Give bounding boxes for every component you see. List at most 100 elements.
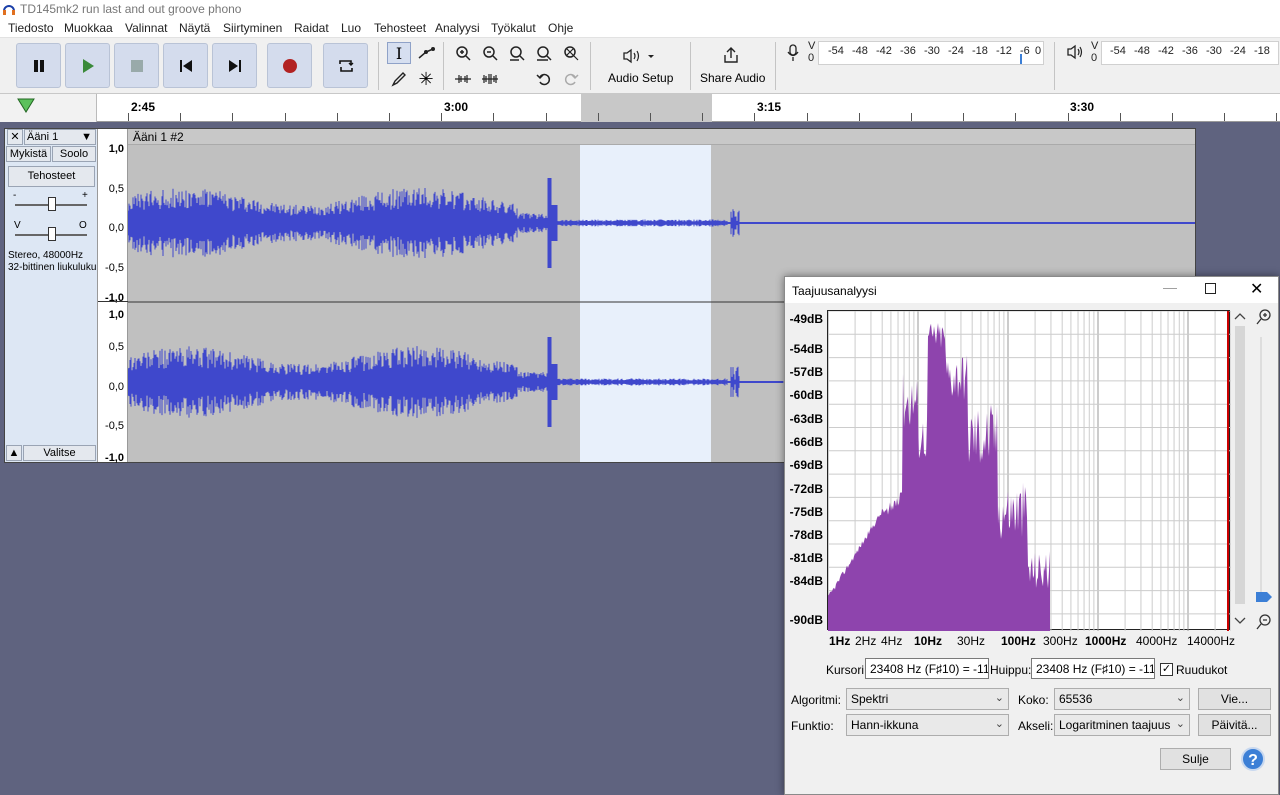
- draw-tool-button[interactable]: [387, 68, 411, 90]
- rec-meter-tick: -12: [996, 45, 1012, 57]
- size-value: 65536: [1059, 692, 1093, 706]
- record-button[interactable]: [267, 43, 312, 88]
- algorithm-select[interactable]: Spektri ⌄: [846, 688, 1009, 710]
- menu-item-1[interactable]: Muokkaa: [64, 21, 113, 35]
- scroll-up-icon[interactable]: [1234, 311, 1246, 321]
- close-button[interactable]: Sulje: [1160, 748, 1231, 770]
- menu-item-2[interactable]: Valinnat: [125, 21, 167, 35]
- select-track-button[interactable]: Valitse: [23, 445, 96, 461]
- microphone-icon[interactable]: [786, 44, 800, 62]
- menu-item-7[interactable]: Tehosteet: [374, 21, 426, 35]
- ruler-tick: [441, 113, 442, 121]
- track-control-panel: ✕ Ääni 1 ▼ Mykistä Soolo Tehosteet - + V…: [5, 129, 97, 462]
- amplitude-label: -1,0: [105, 452, 124, 464]
- stop-button[interactable]: [114, 43, 159, 88]
- menu-item-6[interactable]: Luo: [341, 21, 361, 35]
- zoom-in-icon[interactable]: [1256, 309, 1272, 325]
- silence-selection-button[interactable]: [478, 68, 502, 90]
- rec-meter-tick: -6: [1020, 45, 1030, 57]
- rec-meter-tick: -48: [852, 45, 868, 57]
- redo-icon: [564, 73, 579, 86]
- audio-setup-button[interactable]: Audio Setup: [600, 42, 682, 90]
- mute-button[interactable]: Mykistä: [6, 146, 51, 162]
- menu-item-5[interactable]: Raidat: [294, 21, 329, 35]
- zoom-out-button[interactable]: [478, 42, 502, 64]
- share-audio-button[interactable]: Share Audio: [696, 42, 768, 90]
- minimize-icon[interactable]: —: [1163, 279, 1177, 295]
- play-button[interactable]: [65, 43, 110, 88]
- rec-meter-tick: -18: [972, 45, 988, 57]
- maximize-icon[interactable]: [1205, 283, 1216, 294]
- spectrum-plot[interactable]: [827, 310, 1232, 631]
- loop-button[interactable]: [323, 43, 368, 88]
- envelope-tool-button[interactable]: [414, 42, 438, 64]
- menu-item-8[interactable]: Analyysi: [435, 21, 480, 35]
- dialog-title: Taajuusanalyysi: [792, 284, 877, 298]
- pan-right-label: O: [79, 220, 87, 231]
- amplitude-label: -0,5: [105, 420, 124, 432]
- grids-checkbox[interactable]: ✓: [1160, 663, 1173, 676]
- chevron-down-icon: ⌄: [1175, 718, 1185, 730]
- track-name-menu[interactable]: Ääni 1 ▼: [24, 129, 96, 145]
- axis-select[interactable]: Logaritminen taajuus ⌄: [1054, 714, 1190, 736]
- collapse-track-button[interactable]: ▲: [6, 445, 22, 461]
- peak-value-field[interactable]: 23408 Hz (F♯10) = -113,: [1031, 658, 1155, 679]
- close-icon[interactable]: ✕: [1250, 279, 1263, 299]
- range-slider-track[interactable]: [1260, 337, 1262, 597]
- range-slider-handle[interactable]: [1255, 591, 1273, 603]
- pan-slider-thumb[interactable]: [48, 227, 56, 241]
- selection-tool-button[interactable]: I: [387, 42, 411, 64]
- timeline-label: 3:15: [757, 100, 782, 114]
- refresh-button[interactable]: Päivitä...: [1198, 714, 1271, 736]
- play-meter-zero-label: 0: [1091, 52, 1098, 64]
- db-axis-label: -69dB: [789, 458, 823, 472]
- speaker-icon[interactable]: [1066, 44, 1084, 60]
- menu-item-4[interactable]: Siirtyminen: [223, 21, 282, 35]
- triangle-up-icon: ▲: [8, 447, 20, 459]
- function-select[interactable]: Hann-ikkuna ⌄: [846, 714, 1009, 736]
- timeline-ruler[interactable]: 2:45 3:00 3:15 3:30: [0, 94, 1280, 122]
- trim-outside-button[interactable]: [451, 68, 475, 90]
- skip-to-end-button[interactable]: [212, 43, 257, 88]
- zoom-toggle-button[interactable]: [559, 42, 583, 64]
- db-axis-label: -63dB: [789, 412, 823, 426]
- db-axis-label: -66dB: [789, 435, 823, 449]
- algorithm-value: Spektri: [851, 692, 889, 706]
- undo-button[interactable]: [532, 68, 556, 90]
- effects-button[interactable]: Tehosteet: [8, 166, 95, 187]
- zoom-out-icon[interactable]: [1256, 614, 1272, 630]
- menu-item-10[interactable]: Ohje: [548, 21, 573, 35]
- gain-slider-thumb[interactable]: [48, 197, 56, 211]
- db-axis-label: -81dB: [789, 551, 823, 565]
- menu-item-0[interactable]: Tiedosto: [8, 21, 54, 35]
- zoom-in-button[interactable]: [451, 42, 475, 64]
- amplitude-label: 1,0: [108, 309, 124, 321]
- help-button[interactable]: ?: [1241, 747, 1265, 771]
- ruler-tick: [1276, 113, 1277, 121]
- selection-highlight: [580, 145, 711, 462]
- fit-selection-button[interactable]: [505, 42, 529, 64]
- vertical-scrollbar[interactable]: [1235, 326, 1245, 604]
- db-axis-label: -90dB: [789, 613, 823, 627]
- scroll-down-icon[interactable]: [1234, 616, 1246, 626]
- fit-project-button[interactable]: [532, 42, 556, 64]
- axis-value: Logaritminen taajuus: [1059, 718, 1171, 732]
- menu-item-3[interactable]: Näytä: [179, 21, 210, 35]
- multi-tool-button[interactable]: ✳: [414, 68, 438, 90]
- skip-to-start-button[interactable]: [163, 43, 208, 88]
- pause-button[interactable]: [16, 43, 61, 88]
- close-track-button[interactable]: ✕: [7, 129, 23, 145]
- pan-left-label: V: [14, 220, 21, 231]
- ruler-tick: [493, 113, 494, 121]
- redo-button[interactable]: [559, 68, 583, 90]
- export-button[interactable]: Vie...: [1198, 688, 1271, 710]
- solo-button[interactable]: Soolo: [52, 146, 96, 162]
- rec-meter-tick: -36: [900, 45, 916, 57]
- size-select[interactable]: 65536 ⌄: [1054, 688, 1190, 710]
- cursor-value-field[interactable]: 23408 Hz (F♯10) = -114: [865, 658, 989, 679]
- speaker-dropdown-icon: [623, 48, 654, 64]
- play-head-triangle-icon[interactable]: [17, 98, 35, 114]
- function-label: Funktio:: [791, 719, 834, 733]
- menu-item-9[interactable]: Työkalut: [491, 21, 536, 35]
- pause-icon: [33, 59, 44, 72]
